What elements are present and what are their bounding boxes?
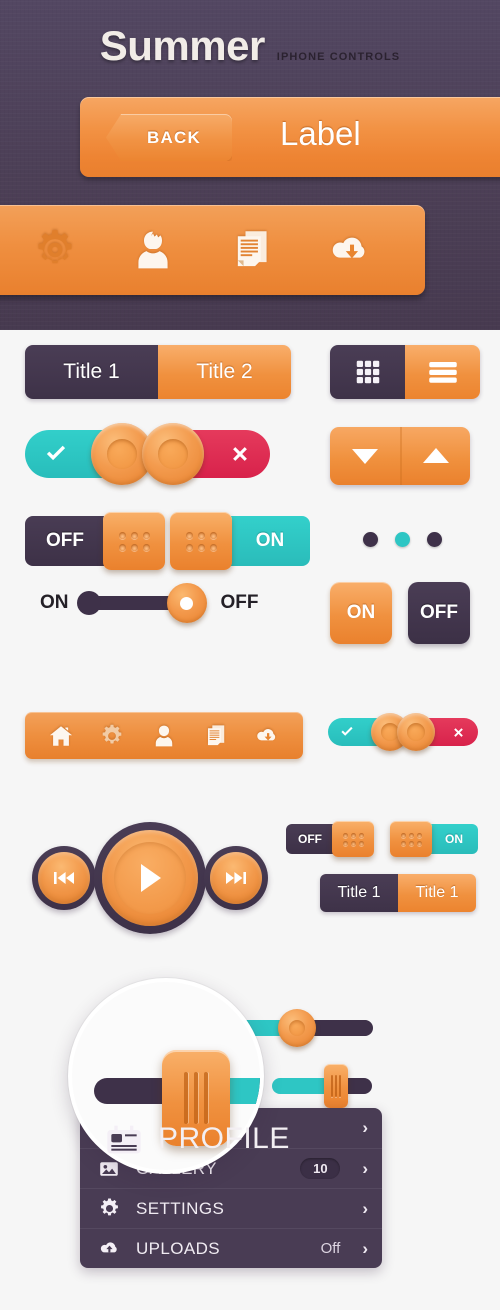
ui-kit-page: Summer IPHONE CONTROLS BACK Label Title … [0, 0, 500, 1310]
user-icon[interactable] [151, 723, 177, 749]
grip-handle[interactable] [332, 821, 374, 857]
magnified-menu-label: PROFILE [158, 1122, 290, 1155]
pill-toggle-small-off[interactable] [397, 713, 478, 751]
navbar-title: Label [280, 115, 361, 152]
view-mode-toggle [330, 345, 480, 399]
segment-label: Title 1 [337, 884, 381, 901]
grip-handle[interactable] [103, 512, 165, 570]
menu-item-label: UPLOADS [136, 1238, 221, 1258]
large-icon-toolbar [0, 205, 425, 295]
on-button-label: ON [346, 602, 376, 623]
list-view-icon[interactable] [405, 345, 480, 399]
segment-title-2[interactable]: Title 2 [158, 345, 291, 399]
page-title: Summer [99, 22, 266, 69]
small-icon-toolbar [25, 712, 303, 759]
menu-item-value: Off [320, 1240, 341, 1257]
play-icon [141, 864, 161, 892]
magnified-profile-card-icon [104, 1120, 144, 1165]
back-button-label: BACK [147, 127, 201, 147]
pill-toggle-small-on[interactable] [328, 713, 409, 751]
slider-knob-2[interactable] [278, 1009, 316, 1047]
triangle-up-icon[interactable] [400, 427, 470, 485]
grip-switch-label: ON [255, 530, 285, 551]
menu-item-label: SETTINGS [136, 1198, 225, 1218]
off-button[interactable]: OFF [408, 582, 470, 644]
slider-toggle-knob[interactable] [166, 583, 207, 623]
slider-track-3[interactable] [272, 1064, 372, 1108]
triangle-down-icon[interactable] [330, 427, 400, 485]
gear-icon[interactable] [99, 723, 125, 749]
navigation-bar: BACK Label [80, 97, 500, 177]
page-subtitle: IPHONE CONTROLS [276, 51, 401, 63]
user-icon[interactable] [129, 226, 177, 274]
chevron-right-icon: › [362, 1238, 368, 1258]
back-button[interactable]: BACK [106, 114, 232, 161]
grip-switch-off[interactable]: OFF [25, 512, 165, 570]
segment-label: Title 2 [196, 360, 253, 383]
on-button[interactable]: ON [330, 582, 392, 644]
segment-label: Title 1 [415, 884, 459, 901]
document-icon[interactable] [203, 723, 229, 749]
pill-toggle-off[interactable] [142, 423, 270, 485]
dot-indicator [363, 532, 442, 547]
grip-handle[interactable] [390, 821, 432, 857]
menu-item-uploads[interactable]: UPLOADS Off › [80, 1228, 382, 1268]
chevron-right-icon: › [362, 1118, 368, 1137]
chevron-right-icon: › [362, 1198, 368, 1218]
segment-label: Title 1 [63, 360, 120, 383]
slider-toggle-track[interactable] [76, 583, 207, 623]
previous-track-button[interactable] [32, 846, 96, 910]
grid-view-icon[interactable] [330, 345, 405, 399]
next-track-icon [226, 872, 246, 884]
gear-icon [96, 1197, 122, 1220]
grip-switch-label: OFF [46, 530, 84, 551]
slider-toggle[interactable]: ON OFF [40, 583, 259, 623]
segmented-control-large: Title 1 Title 2 [25, 345, 291, 399]
next-track-button[interactable] [204, 846, 268, 910]
cross-icon [454, 727, 463, 737]
segmented-control-small: Title 1 Title 1 [320, 874, 476, 912]
onoff-button-group: ON OFF [330, 582, 470, 644]
cross-icon [233, 447, 247, 461]
cloud-upload-icon [96, 1237, 122, 1260]
slider-toggle-left-label: ON [40, 592, 69, 613]
pill-knob[interactable] [397, 713, 435, 751]
gear-icon[interactable] [31, 226, 79, 274]
grip-switch-small-on[interactable]: ON [390, 821, 478, 857]
segment-title-1[interactable]: Title 1 [320, 874, 398, 912]
play-button[interactable] [94, 822, 206, 934]
segment-title-2[interactable]: Title 1 [398, 874, 476, 912]
check-icon [46, 445, 66, 461]
cloud-download-icon[interactable] [254, 723, 280, 749]
pill-knob[interactable] [142, 423, 204, 485]
slider-knob-3[interactable] [324, 1064, 348, 1108]
previous-track-icon [54, 872, 74, 884]
document-icon[interactable] [228, 226, 276, 274]
media-player [32, 822, 282, 934]
arrow-button-group [330, 427, 470, 485]
menu-item-badge: 10 [300, 1158, 341, 1179]
grip-switch-on[interactable]: ON [170, 512, 310, 570]
grip-handle[interactable] [170, 512, 232, 570]
chevron-right-icon: › [362, 1158, 368, 1178]
grip-switch-small-off[interactable]: OFF [286, 821, 374, 857]
grip-switch-label: OFF [298, 832, 322, 846]
hero-title-row: Summer IPHONE CONTROLS [0, 22, 500, 70]
slider-toggle-right-label: OFF [220, 592, 259, 613]
dot-indicator-item[interactable] [363, 532, 378, 547]
check-icon [341, 726, 353, 736]
grip-switch-label: ON [445, 832, 463, 846]
pill-toggle-on[interactable] [25, 423, 153, 485]
dot-indicator-item-active[interactable] [395, 532, 410, 547]
segment-title-1[interactable]: Title 1 [25, 345, 158, 399]
off-button-label: OFF [420, 602, 458, 623]
slider-track-cap [76, 591, 101, 615]
menu-item-settings[interactable]: SETTINGS › [80, 1188, 382, 1228]
dot-indicator-item[interactable] [427, 532, 442, 547]
hero-section: Summer IPHONE CONTROLS BACK Label [0, 0, 500, 330]
home-icon[interactable] [48, 723, 74, 749]
cloud-download-icon[interactable] [326, 226, 374, 274]
